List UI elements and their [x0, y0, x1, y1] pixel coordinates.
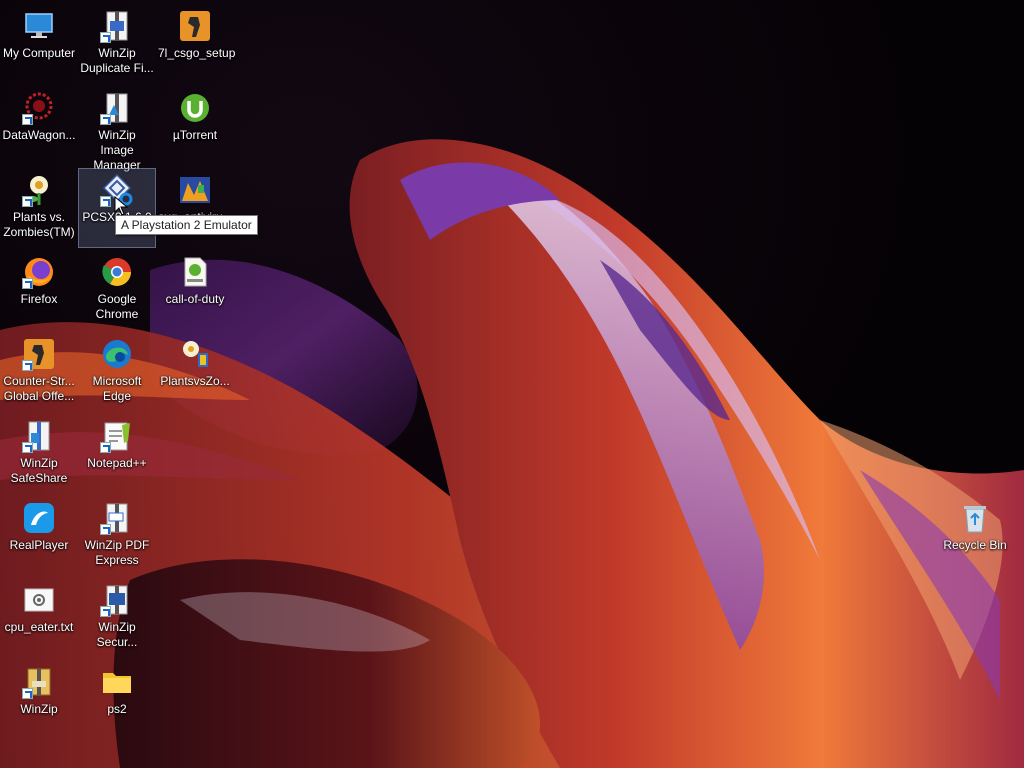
desktop-icon-microsoft-edge[interactable]: Microsoft Edge — [78, 332, 156, 412]
shortcut-arrow-icon — [100, 32, 111, 43]
shortcut-arrow-icon — [22, 688, 33, 699]
icon-label: WinZip — [20, 702, 58, 716]
desktop-icon-winzip-image-manager[interactable]: WinZip Image Manager — [78, 86, 156, 172]
desktop-icon-my-computer[interactable]: My Computer — [0, 4, 78, 84]
desktop-icon-recycle-bin[interactable]: Recycle Bin — [936, 496, 1014, 576]
icon-label: Firefox — [20, 292, 58, 306]
winzip-icon — [100, 583, 134, 617]
icon-label: My Computer — [2, 46, 76, 60]
desktop-icon-winzip-duplicate-files[interactable]: WinZip Duplicate Fi... — [78, 4, 156, 84]
desktop-icon-google-chrome[interactable]: Google Chrome — [78, 250, 156, 330]
icon-label: WinZip Secur... — [96, 620, 138, 649]
icon-label: Recycle Bin — [943, 538, 1007, 552]
shortcut-arrow-icon — [22, 196, 33, 207]
desktop-icon-winzip[interactable]: WinZip — [0, 660, 78, 740]
desktop-icon-winzip-safeshare[interactable]: WinZip SafeShare — [0, 414, 78, 494]
icon-label: Google Chrome — [95, 292, 139, 321]
desktop-icon-call-of-duty[interactable]: call-of-duty — [156, 250, 234, 330]
icon-label: call-of-duty — [165, 292, 225, 306]
desktop-icon-csgo-setup[interactable]: 7l_csgo_setup — [156, 4, 236, 84]
csgo-icon — [22, 337, 56, 371]
icon-label: 7l_csgo_setup — [158, 46, 236, 60]
icon-label: Microsoft Edge — [92, 374, 142, 403]
icon-label: WinZip SafeShare — [10, 456, 68, 485]
shortcut-arrow-icon — [22, 360, 33, 371]
desktop-icon-firefox[interactable]: Firefox — [0, 250, 78, 330]
realplayer-icon — [22, 501, 56, 535]
desktop-icon-realplayer[interactable]: RealPlayer — [0, 496, 78, 576]
shortcut-arrow-icon — [22, 278, 33, 289]
icon-label: ps2 — [107, 702, 127, 716]
plants-icon — [178, 337, 212, 371]
shortcut-arrow-icon — [100, 524, 111, 535]
icon-label: Notepad++ — [87, 456, 147, 470]
desktop-icon-cpu-eater[interactable]: cpu_eater.txt — [0, 578, 78, 658]
desktop[interactable]: My Computer DataWagon... Plants vs. Zomb… — [0, 0, 1024, 768]
icon-label: Counter-Str... Global Offe... — [3, 374, 75, 403]
desktop-icon-ps2-folder[interactable]: ps2 — [78, 660, 156, 740]
shortcut-arrow-icon — [100, 196, 111, 207]
chrome-icon — [100, 255, 134, 289]
desktop-icon-datawagon[interactable]: DataWagon... — [0, 86, 78, 166]
icon-label: DataWagon... — [2, 128, 76, 142]
folder-icon — [100, 665, 134, 699]
icon-label: Plants vs. Zombies(TM) — [3, 210, 75, 239]
tooltip: A Playstation 2 Emulator — [115, 215, 258, 235]
desktop-icon-winzip-secure[interactable]: WinZip Secur... — [78, 578, 156, 658]
icon-label: WinZip Image Manager — [93, 128, 141, 172]
winzip-icon — [22, 665, 56, 699]
icon-label: WinZip PDF Express — [84, 538, 150, 567]
monitor-icon — [22, 9, 56, 43]
icon-label: µTorrent — [172, 128, 218, 142]
icon-label: cpu_eater.txt — [4, 620, 74, 634]
winzip-icon — [100, 91, 134, 125]
icon-label: RealPlayer — [9, 538, 69, 552]
desktop-icon-avg-antivirus[interactable]: avg_antiviru... — [156, 168, 234, 248]
plants-icon — [22, 173, 56, 207]
utorrent-icon — [178, 91, 212, 125]
desktop-icon-winzip-pdf-express[interactable]: WinZip PDF Express — [78, 496, 156, 576]
recycle-bin-icon — [958, 501, 992, 535]
icon-label: PlantsvsZo... — [160, 374, 230, 388]
notepad-icon — [100, 419, 134, 453]
desktop-icon-notepad-plus-plus[interactable]: Notepad++ — [78, 414, 156, 494]
winzip-icon — [100, 9, 134, 43]
desktop-icon-plants-vs-zombies[interactable]: Plants vs. Zombies(TM) — [0, 168, 78, 248]
shortcut-arrow-icon — [22, 442, 33, 453]
firefox-icon — [22, 255, 56, 289]
shortcut-arrow-icon — [100, 606, 111, 617]
shortcut-arrow-icon — [100, 114, 111, 125]
shortcut-arrow-icon — [100, 442, 111, 453]
datawagon-icon — [22, 91, 56, 125]
winzip-pdf-icon — [100, 501, 134, 535]
edge-icon — [100, 337, 134, 371]
csgo-icon — [178, 9, 212, 43]
desktop-icon-plantsvszombies[interactable]: PlantsvsZo... — [156, 332, 234, 412]
desktop-icon-counter-strike[interactable]: Counter-Str... Global Offe... — [0, 332, 78, 412]
winzip-icon — [22, 419, 56, 453]
avg-icon — [178, 173, 212, 207]
text-file-icon — [22, 583, 56, 617]
desktop-icon-utorrent[interactable]: µTorrent — [156, 86, 234, 166]
shortcut-arrow-icon — [22, 114, 33, 125]
torrent-file-icon — [178, 255, 212, 289]
mouse-cursor-icon — [114, 196, 128, 216]
icon-label: WinZip Duplicate Fi... — [80, 46, 154, 75]
